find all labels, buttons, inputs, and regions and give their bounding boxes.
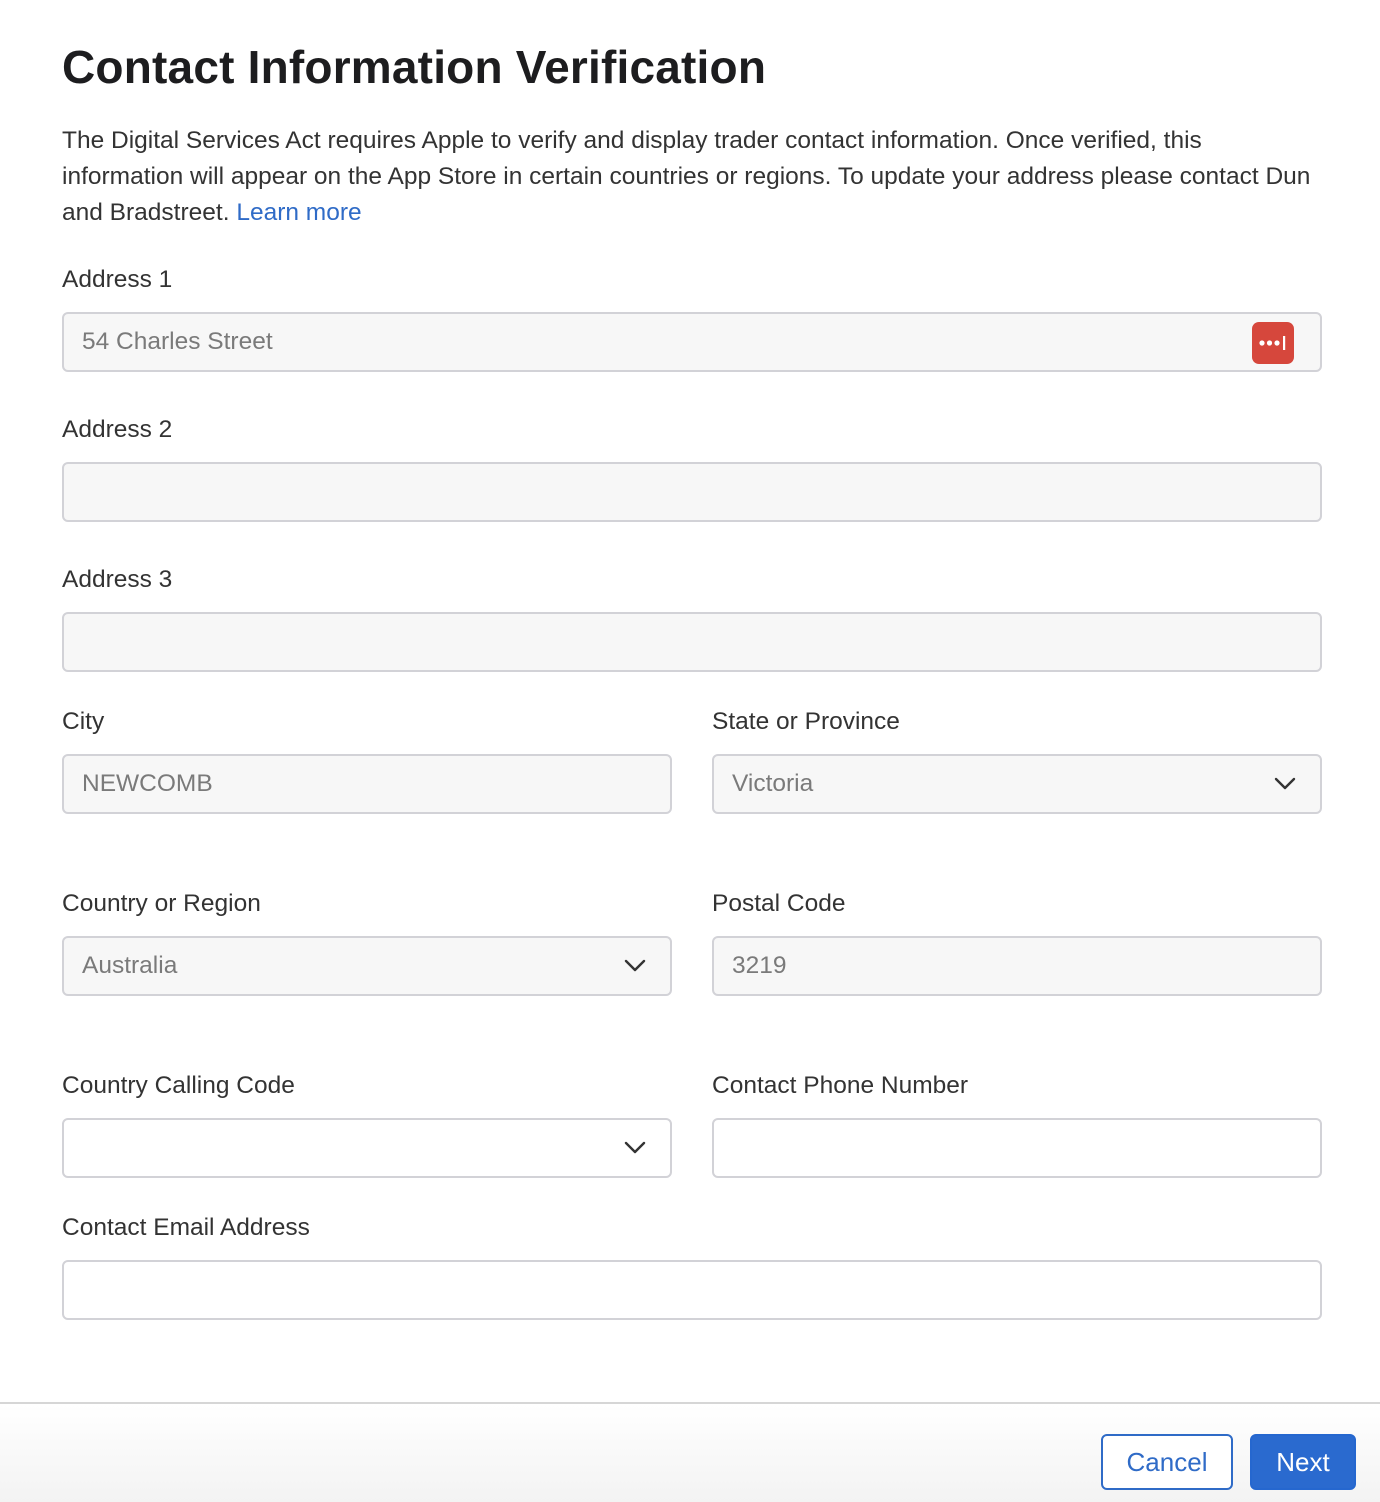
state-value: Victoria (732, 770, 814, 797)
learn-more-link[interactable]: Learn more (236, 199, 361, 226)
country-select[interactable]: Australia (62, 936, 672, 996)
address1-value: 54 Charles Street (82, 328, 273, 355)
postal-code-value: 3219 (732, 952, 787, 979)
address3-field[interactable] (62, 612, 1322, 672)
chevron-down-icon (624, 959, 646, 972)
address1-field[interactable]: 54 Charles Street (62, 312, 1322, 372)
address2-field[interactable] (62, 462, 1322, 522)
calling-code-label: Country Calling Code (62, 1072, 295, 1099)
state-select[interactable]: Victoria (712, 754, 1322, 814)
phone-label: Contact Phone Number (712, 1072, 969, 1099)
state-label: State or Province (712, 708, 900, 735)
page-title: Contact Information Verification (62, 41, 767, 93)
contact-verification-page: Contact Information Verification The Dig… (0, 0, 1380, 1502)
next-button[interactable]: Next (1250, 1434, 1356, 1490)
footer-bar: Cancel Next (0, 1402, 1380, 1502)
phone-field[interactable] (712, 1118, 1322, 1178)
country-label: Country or Region (62, 890, 261, 917)
postal-code-field[interactable]: 3219 (712, 936, 1322, 996)
city-value: NEWCOMB (82, 770, 213, 797)
email-label: Contact Email Address (62, 1214, 310, 1241)
postal-code-label: Postal Code (712, 890, 846, 917)
calling-code-select[interactable] (62, 1118, 672, 1178)
city-label: City (62, 708, 105, 735)
chevron-down-icon (1274, 777, 1296, 790)
address2-label: Address 2 (62, 416, 173, 443)
intro-paragraph: The Digital Services Act requires Apple … (62, 123, 1312, 231)
chevron-down-icon (624, 1141, 646, 1154)
city-field[interactable]: NEWCOMB (62, 754, 672, 814)
address3-label: Address 3 (62, 566, 173, 593)
address1-label: Address 1 (62, 266, 173, 293)
email-field[interactable] (62, 1260, 1322, 1320)
password-manager-icon[interactable] (1252, 322, 1294, 364)
cancel-button[interactable]: Cancel (1101, 1434, 1233, 1490)
country-value: Australia (82, 952, 178, 979)
